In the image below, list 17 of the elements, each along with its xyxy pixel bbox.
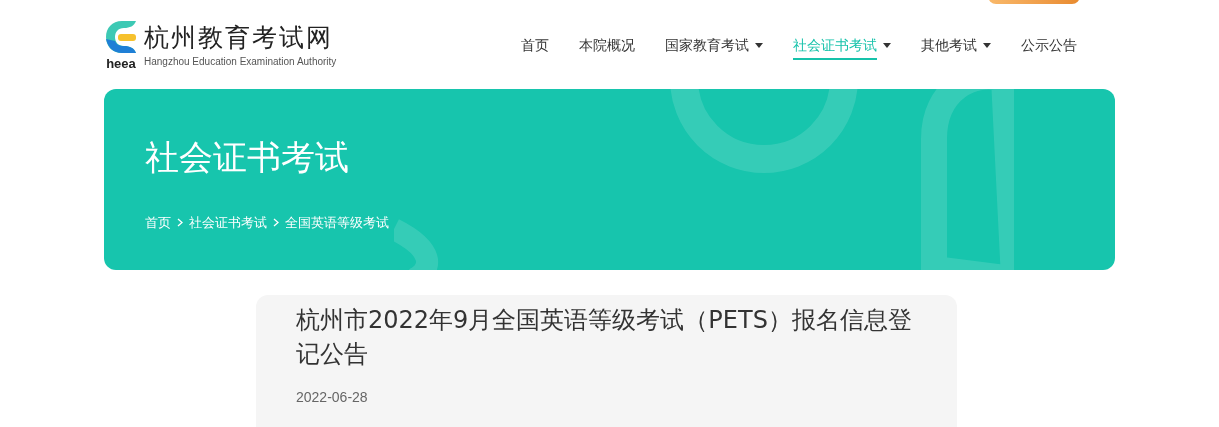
caret-icon — [983, 43, 991, 48]
article-title: 杭州市2022年9月全国英语等级考试（PETS）报名信息登记公告 — [296, 305, 913, 370]
caret-icon — [755, 43, 763, 48]
banner-title: 社会证书考试 — [145, 136, 350, 179]
caret-icon — [883, 43, 891, 48]
nav-item[interactable]: 国家教育考试 — [657, 30, 771, 61]
nav-item[interactable]: 首页 — [513, 30, 557, 61]
chevron-icon — [177, 218, 183, 228]
nav-item[interactable]: 其他考试 — [913, 30, 999, 61]
nav-item[interactable]: 本院概况 — [571, 30, 643, 61]
site-title: 杭州教育考试网 — [144, 22, 334, 53]
logo-abbreviation: heea — [106, 57, 136, 70]
article-date: 2022-06-28 — [296, 388, 369, 407]
chevron-icon — [273, 218, 279, 228]
site-subtitle: Hangzhou Education Examination Authority — [144, 54, 337, 69]
logo-icon — [104, 19, 138, 55]
nav-item[interactable]: 公示公告 — [1013, 30, 1085, 61]
